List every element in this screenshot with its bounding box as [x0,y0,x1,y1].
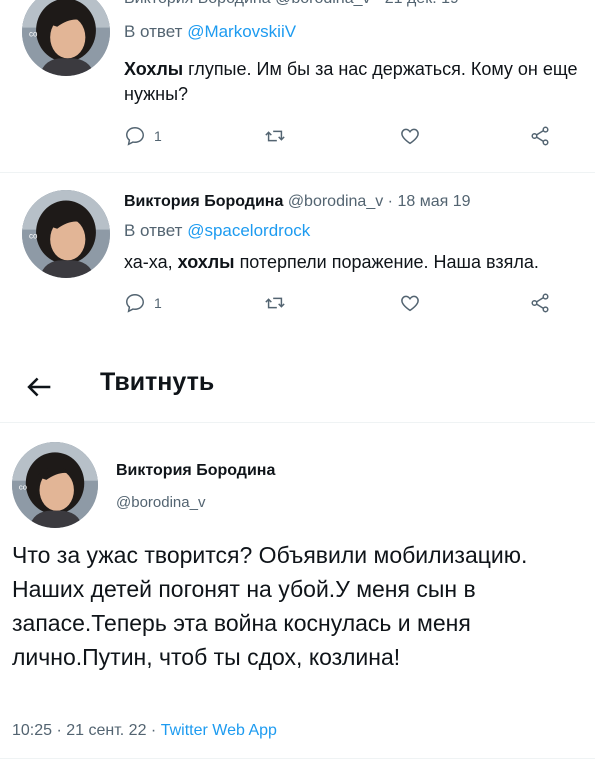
reply-icon [126,127,144,146]
heart-icon [401,295,419,312]
reply-button[interactable]: 1 [124,125,162,147]
tweet-header: Виктория Бородина @borodina_v · 18 мая 1… [124,193,471,211]
page-title: Твитнуть [100,368,215,396]
tweet-text: Что за ужас творится? Объявили мобилизац… [12,542,528,670]
tweet-actions: 1 [124,292,564,322]
author-name[interactable]: Виктория Бородина [124,193,283,210]
author-handle[interactable]: @borodina_v [288,193,383,210]
tweet-text: ха-ха, хохлы потерпели поражение. Наша в… [124,252,539,272]
share-icon [531,293,549,313]
tweet-text: Хохлы глупые. Им бы за нас держаться. Ко… [124,59,578,104]
author-handle[interactable]: @borodina_v [116,494,205,511]
divider [0,422,595,423]
retweet-button[interactable] [264,292,286,314]
tweet-time[interactable]: 10:25 · 21 сент. 22 · [12,722,161,739]
avatar[interactable] [22,190,110,278]
tweet-date[interactable]: · 18 мая 19 [383,193,471,210]
retweet-icon [265,130,285,142]
tweet-meta: 10:25 · 21 сент. 22 · Twitter Web App [12,722,277,740]
share-icon [531,126,549,146]
author-name[interactable]: Виктория Бородина [116,462,275,480]
reply-prefix: В ответ [124,221,183,240]
reply-button[interactable]: 1 [124,292,162,314]
tweet-actions: 1 [124,125,564,155]
reply-to-line: В ответ @MarkovskiiV [124,22,296,42]
heart-icon [401,128,419,145]
share-button[interactable] [529,292,551,314]
reply-to-link[interactable]: @spacelordrock [187,221,310,240]
like-button[interactable] [399,125,421,147]
reply-to-link[interactable]: @MarkovskiiV [187,22,296,41]
back-button[interactable] [22,370,56,404]
reply-icon [126,294,144,313]
share-button[interactable] [529,125,551,147]
divider [0,758,595,759]
retweet-button[interactable] [264,125,286,147]
avatar[interactable] [22,0,110,76]
like-button[interactable] [399,292,421,314]
reply-count: 1 [154,128,162,144]
back-arrow-icon [27,377,51,397]
avatar[interactable] [12,442,98,528]
retweet-icon [265,297,285,309]
tweet-header-partial: Виктория Бородина @borodina_v · 21 дек. … [124,0,459,8]
divider [0,172,595,173]
source-link[interactable]: Twitter Web App [161,722,277,739]
reply-prefix: В ответ [124,22,183,41]
reply-to-line: В ответ @spacelordrock [124,221,310,241]
reply-count: 1 [154,295,162,311]
